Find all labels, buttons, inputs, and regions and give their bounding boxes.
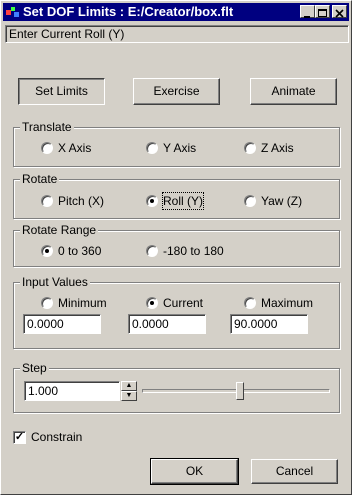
exercise-button[interactable]: Exercise xyxy=(133,78,220,105)
minimum-field[interactable]: 0.0000 xyxy=(23,314,101,334)
step-spinner[interactable]: ▲ ▼ xyxy=(121,381,137,401)
minimize-button[interactable] xyxy=(300,5,315,18)
app-icon xyxy=(6,7,19,17)
spin-down-icon[interactable]: ▼ xyxy=(121,391,137,401)
status-text: Enter Current Roll (Y) xyxy=(5,25,349,43)
step-field[interactable]: 1.000 xyxy=(24,381,120,401)
maximum-field[interactable]: 90.0000 xyxy=(230,314,308,334)
rotate-group: Rotate Pitch (X) Roll (Y) Yaw (Z) xyxy=(13,172,340,219)
dialog-window: Set DOF Limits : E:/Creator/box.flt Ente… xyxy=(0,0,352,495)
step-slider-thumb[interactable] xyxy=(235,382,244,400)
rotate-legend: Rotate xyxy=(20,172,60,186)
spin-up-icon[interactable]: ▲ xyxy=(121,381,137,391)
constrain-checkbox[interactable]: ✓ xyxy=(13,431,26,444)
window-title: Set DOF Limits : E:/Creator/box.flt xyxy=(23,4,234,19)
translate-group: Translate X Axis Y Axis Z Axis xyxy=(13,120,340,167)
input-values-group: Input Values Minimum Current Maximum 0.0… xyxy=(13,275,340,349)
input-values-legend: Input Values xyxy=(20,275,90,289)
close-icon xyxy=(335,9,344,18)
close-button[interactable] xyxy=(332,5,347,18)
minimize-icon xyxy=(304,16,310,18)
cancel-button[interactable]: Cancel xyxy=(251,459,338,484)
maximize-icon xyxy=(318,9,327,17)
set-limits-button[interactable]: Set Limits xyxy=(18,78,105,105)
step-group: Step 1.000 ▲ ▼ xyxy=(13,361,340,413)
title-bar[interactable]: Set DOF Limits : E:/Creator/box.flt xyxy=(3,3,349,21)
rotate-range-legend: Rotate Range xyxy=(20,223,99,237)
ok-button[interactable]: OK xyxy=(150,458,239,485)
rotate-range-group: Rotate Range 0 to 360 -180 to 180 xyxy=(13,223,340,267)
maximize-button[interactable] xyxy=(315,5,330,18)
constrain-label: Constrain xyxy=(31,430,83,444)
step-legend: Step xyxy=(20,361,49,375)
current-field[interactable]: 0.0000 xyxy=(128,314,206,334)
translate-legend: Translate xyxy=(20,120,74,134)
input-maximum-radio[interactable]: Maximum xyxy=(244,295,336,311)
animate-button[interactable]: Animate xyxy=(250,78,337,105)
